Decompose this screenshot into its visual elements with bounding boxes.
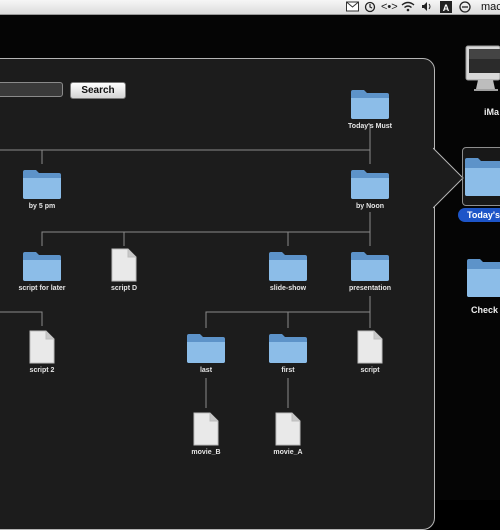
desktop-folder-label[interactable]: Check L <box>471 305 500 315</box>
tree-node-script-for-later[interactable]: script for later <box>2 250 82 292</box>
node-label: movie_B <box>191 449 221 456</box>
tree-node-slide-show[interactable]: slide-show <box>248 250 328 292</box>
tree-node-by-noon[interactable]: by Noon <box>330 168 410 210</box>
folder-icon <box>269 334 307 363</box>
desktop-folder-label-selected[interactable]: Today's <box>458 208 500 222</box>
node-label: by 5 pm <box>28 203 56 210</box>
folder-icon[interactable] <box>464 155 500 197</box>
node-label: slide-show <box>269 285 307 292</box>
node-label: by Noon <box>356 203 384 210</box>
folder-icon <box>23 170 61 199</box>
tree-node-movie-b[interactable]: movie_B <box>166 412 246 456</box>
node-label: script for later <box>18 285 66 292</box>
document-icon <box>275 412 301 446</box>
folder-icon <box>187 334 225 363</box>
node-label: script 2 <box>29 367 55 374</box>
node-label: last <box>199 367 213 374</box>
folder-icon[interactable] <box>466 256 500 298</box>
node-label: Today's Must <box>348 123 392 130</box>
tree-node-todays-must[interactable]: Today's Must <box>330 88 410 130</box>
node-label: movie_A <box>273 449 303 456</box>
document-icon <box>193 412 219 446</box>
tree-node-script[interactable]: script <box>330 330 410 374</box>
imac-label: iMa <box>484 107 500 117</box>
folder-icon <box>269 252 307 281</box>
imac-icon[interactable] <box>465 45 500 100</box>
tree-node-last[interactable]: last <box>166 332 246 374</box>
node-label: presentation <box>348 285 391 292</box>
tree-node-presentation[interactable]: presentation <box>330 250 410 292</box>
tree-node-by-5pm[interactable]: by 5 pm <box>2 168 82 210</box>
tree-node-script-d[interactable]: script D <box>84 248 164 292</box>
folder-icon <box>351 90 389 119</box>
folder-icon <box>351 170 389 199</box>
folder-icon <box>23 252 61 281</box>
tree-node-movie-a[interactable]: movie_A <box>248 412 328 456</box>
document-icon <box>29 330 55 364</box>
node-label: script D <box>110 285 138 292</box>
tree-node-first[interactable]: first <box>248 332 328 374</box>
document-icon <box>111 248 137 282</box>
node-label: first <box>281 367 295 374</box>
tree-node-script-2[interactable]: script 2 <box>2 330 82 374</box>
node-label: script <box>360 367 380 374</box>
folder-icon <box>351 252 389 281</box>
document-icon <box>357 330 383 364</box>
